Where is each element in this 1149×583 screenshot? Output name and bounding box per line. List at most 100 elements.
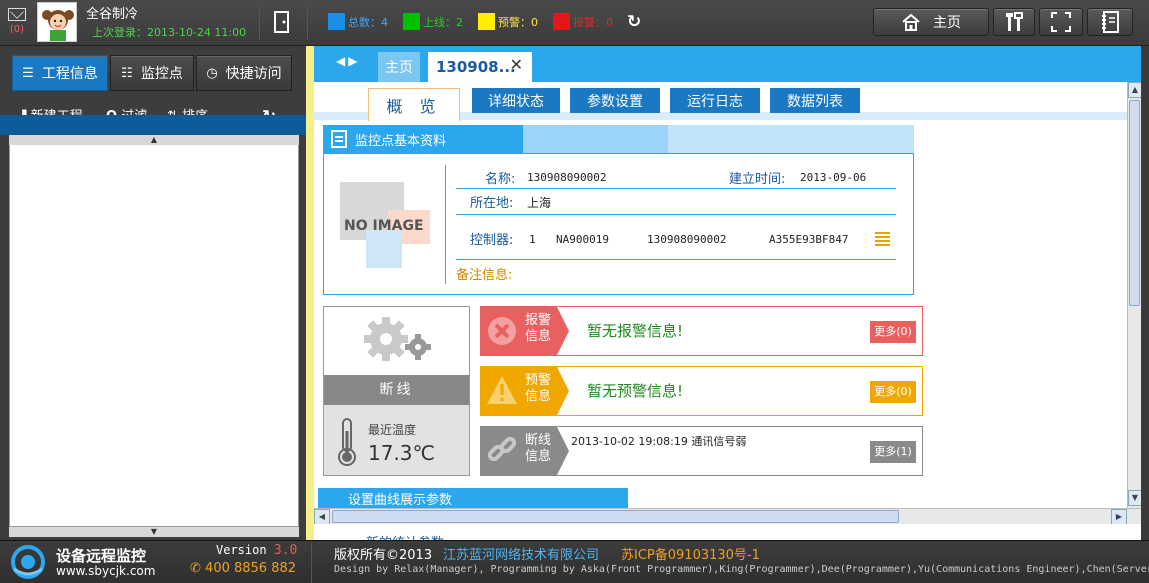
right-edge (1141, 46, 1149, 540)
company-name[interactable]: 江苏蓝河网络技术有限公司 (443, 544, 599, 563)
total-square-icon (328, 13, 345, 30)
subtab-detail-status[interactable]: 详细状态 (472, 88, 560, 113)
left-panel: ☰ 工程信息 ☷ 监控点 ◷ 快捷访问 ▐ 新建工程 Q 过滤 ⇅ 排序 ↻ ▲… (0, 46, 306, 540)
curve-settings-header: 设置曲线展示参数 (318, 488, 628, 508)
mail-icon (8, 8, 26, 21)
divider (456, 188, 896, 189)
alarm-square-icon (553, 13, 570, 30)
tab-project-info[interactable]: ☰ 工程信息 (12, 55, 108, 91)
name-label: 名称: (485, 172, 516, 187)
thermometer-icon (338, 418, 356, 466)
scroll-right-arrow[interactable]: ▶ (1111, 509, 1127, 525)
warning-message: 暂无预警信息! (587, 382, 684, 400)
divider (307, 6, 308, 40)
temperature-label: 最近温度 (368, 423, 417, 437)
created-label: 建立时间: (729, 172, 786, 187)
disconnect-badge-label: 断线信息 (525, 433, 552, 464)
avatar[interactable] (37, 2, 77, 42)
stat-warning[interactable]: 预警：0 (478, 13, 538, 30)
website-link[interactable]: www.sbycjk.com (56, 564, 155, 578)
scroll-down-arrow[interactable]: ▼ (9, 527, 299, 537)
scroll-thumb[interactable] (332, 510, 899, 523)
brand-name: 设备远程监控 (56, 547, 147, 565)
footer: 设备远程监控 www.sbycjk.com Version 3.0 ✆ 400 … (0, 540, 1149, 583)
list-icon[interactable] (875, 232, 890, 246)
subtab-run-log[interactable]: 运行日志 (670, 88, 760, 113)
sub-tabs: 概 览 详细状态 参数设置 运行日志 数据列表 (314, 82, 1127, 121)
alarm-more-button[interactable]: 更多(0) (870, 321, 916, 343)
tab-project-info-label: 工程信息 (41, 66, 98, 82)
mail-button[interactable]: (0) (6, 8, 28, 35)
phone: ✆ 400 8856 882 (190, 561, 296, 576)
clock-icon: ◷ (206, 65, 218, 81)
username: 全谷制冷 (86, 7, 139, 22)
avatar-icon (42, 10, 74, 41)
main-content: 概 览 详细状态 参数设置 运行日志 数据列表 监控点基本资料 NO IMAGE… (314, 82, 1127, 508)
scroll-thumb[interactable] (1129, 100, 1140, 306)
subtab-overview[interactable]: 概 览 (368, 88, 460, 121)
scroll-up-arrow[interactable]: ▲ (1128, 82, 1142, 98)
left-blue-strip (0, 115, 306, 135)
divider (456, 259, 896, 260)
home-button[interactable]: 主页 (873, 8, 989, 36)
notebook-icon (1102, 11, 1119, 33)
next-section-title: 新的统计参数 (366, 532, 444, 540)
remark-label: 备注信息: (456, 268, 513, 283)
warning-more-button[interactable]: 更多(0) (870, 381, 916, 403)
notebook-button[interactable] (1087, 8, 1133, 36)
divider-stripe[interactable] (306, 46, 314, 540)
scroll-down-arrow[interactable]: ▼ (1128, 490, 1142, 506)
vertical-scrollbar[interactable]: ▲ ▼ (1127, 82, 1142, 508)
stat-total[interactable]: 总数：4 (328, 13, 388, 30)
created-value: 2013-09-06 (800, 171, 867, 184)
mail-count: (0) (9, 24, 25, 35)
temperature-value: 17.3℃ (368, 441, 435, 465)
scroll-left-arrow[interactable]: ◀ (314, 509, 330, 525)
warning-info-panel: 预警信息 暂无预警信息! 更多(0) (480, 366, 923, 416)
fullscreen-icon (1051, 12, 1071, 32)
tab-monitor-points-label: 监控点 (140, 66, 183, 82)
warning-square-icon (478, 13, 495, 30)
content-overflow: 新的统计参数 (314, 524, 1141, 540)
version: Version 3.0 (216, 543, 297, 558)
last-login: 上次登录：2013-10-24 11:00 (92, 26, 247, 39)
divider (259, 6, 260, 40)
info-section-header: 监控点基本资料 (323, 125, 914, 153)
icp-number[interactable]: 苏ICP备09103130号-1 (621, 544, 760, 563)
brand-logo-icon (11, 545, 45, 579)
alarm-message: 暂无报警信息! (587, 322, 684, 340)
version-number: 3.0 (273, 543, 298, 558)
divider (456, 214, 896, 215)
refresh-icon[interactable]: ↻ (627, 12, 641, 32)
controller-label: 控制器: (470, 233, 514, 248)
list-icon: ☰ (22, 65, 34, 81)
warning-badge-label: 预警信息 (525, 373, 552, 404)
home-icon (902, 13, 920, 31)
page-tab-bar: ◀▶ 主页 130908... ✕ (314, 46, 1141, 82)
horizontal-scrollbar[interactable]: ◀ ▶ (314, 508, 1141, 525)
stat-online[interactable]: 上线：2 (403, 13, 463, 30)
disconnect-more-button[interactable]: 更多(1) (870, 441, 916, 463)
close-icon[interactable]: ✕ (510, 55, 523, 74)
subtab-data-list[interactable]: 数据列表 (770, 88, 860, 113)
tab-home[interactable]: 主页 (378, 52, 420, 82)
stat-alarm-label: 报警：0 (573, 15, 613, 29)
project-tree[interactable] (9, 135, 299, 527)
alarm-info-panel: 报警信息 暂无报警信息! 更多(0) (480, 306, 923, 356)
logout-button[interactable] (272, 11, 292, 33)
controller-index: 1 (529, 233, 536, 246)
stat-alarm[interactable]: 报警：0 (553, 13, 613, 30)
tools-button[interactable] (993, 8, 1035, 36)
fullscreen-button[interactable] (1039, 8, 1083, 36)
list-icon: ☷ (121, 65, 133, 81)
scroll-up-arrow[interactable]: ▲ (9, 135, 299, 145)
document-icon (331, 130, 347, 148)
tab-current[interactable]: 130908... ✕ (428, 52, 532, 82)
device-status: 断线 (324, 375, 469, 405)
divider (311, 543, 312, 583)
tab-nav-arrows[interactable]: ◀▶ (336, 54, 360, 68)
gear-icon (364, 317, 431, 361)
tab-quick-access[interactable]: ◷ 快捷访问 (196, 55, 292, 91)
subtab-parameter-settings[interactable]: 参数设置 (570, 88, 660, 113)
tab-monitor-points[interactable]: ☷ 监控点 (110, 55, 194, 91)
